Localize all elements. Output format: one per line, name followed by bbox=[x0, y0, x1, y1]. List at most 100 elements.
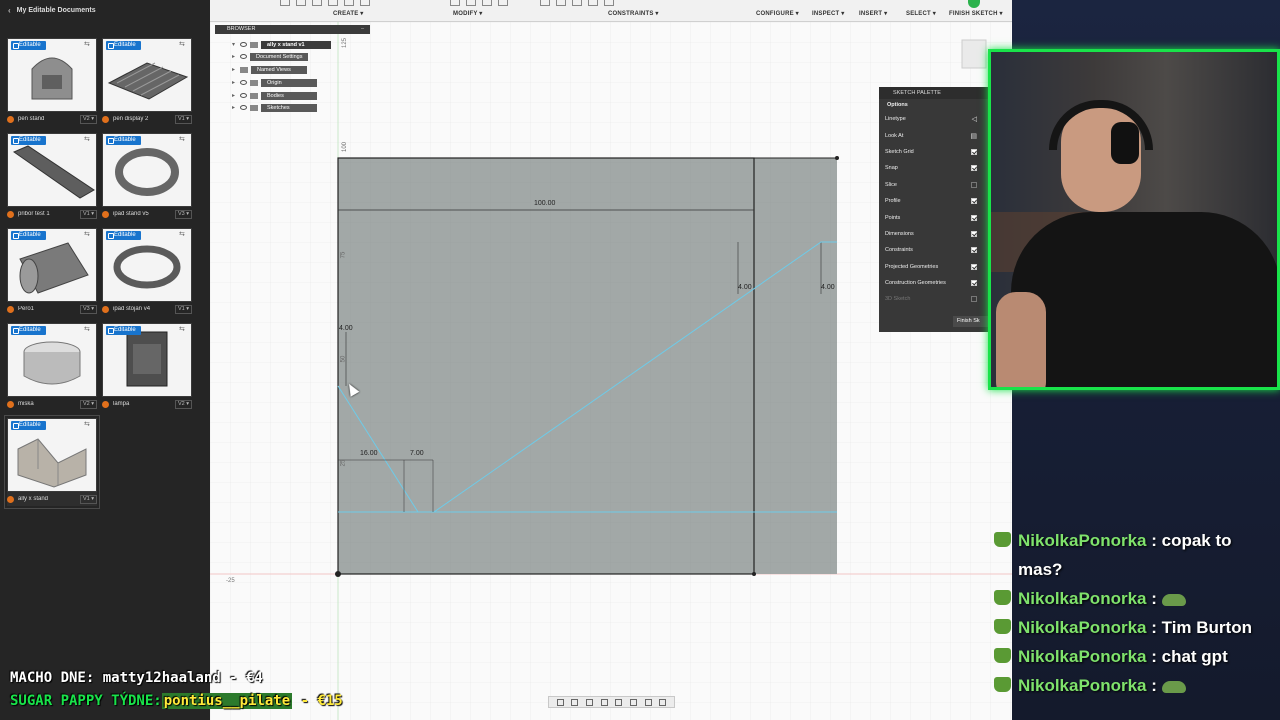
document-card[interactable]: Editable ⇆ Pero1 V3 ▾ bbox=[7, 228, 97, 316]
document-card[interactable]: Editable ⇆ pribor test 1 V1 ▾ bbox=[7, 133, 97, 221]
version-badge[interactable]: V2 ▾ bbox=[174, 399, 192, 409]
create-tools[interactable] bbox=[280, 0, 370, 8]
modify-menu[interactable]: MODIFY ▾ bbox=[453, 10, 483, 17]
browser-root-item[interactable]: ▾ ally x stand v1 bbox=[232, 40, 331, 49]
visibility-eye-icon[interactable] bbox=[240, 105, 247, 110]
pan-icon[interactable] bbox=[586, 698, 594, 706]
share-icon[interactable]: ⇆ bbox=[179, 41, 188, 49]
palette-option-linetype[interactable]: Linetype ◁ bbox=[879, 111, 989, 127]
document-card[interactable]: Editable ⇆ ipad stojan v4 V1 ▾ bbox=[102, 228, 192, 316]
insert-menu[interactable]: INSERT ▾ bbox=[859, 10, 887, 17]
document-card-selected[interactable]: Editable ⇆ ally x stand V1 ▾ bbox=[4, 415, 100, 509]
document-card[interactable]: Editable ⇆ pen display 2 V1 ▾ bbox=[102, 38, 192, 126]
linetype-icon[interactable]: ◁ bbox=[972, 115, 977, 123]
checkbox[interactable] bbox=[971, 296, 977, 303]
collapse-arrow-icon[interactable]: ▾ bbox=[232, 41, 240, 48]
chevron-left-icon[interactable]: ‹ bbox=[8, 6, 11, 15]
browser-header[interactable]: BROWSER bbox=[215, 25, 370, 34]
palette-option-dimensions[interactable]: Dimensions bbox=[879, 226, 989, 242]
version-badge[interactable]: V1 ▾ bbox=[174, 114, 192, 124]
browser-item-named-views[interactable]: ▸ Named Views bbox=[232, 65, 307, 74]
visibility-eye-icon[interactable] bbox=[240, 54, 247, 59]
select-menu[interactable]: SELECT ▾ bbox=[906, 10, 936, 17]
document-card[interactable]: Editable ⇆ ipad stand v5 V3 ▾ bbox=[102, 133, 192, 221]
share-icon[interactable]: ⇆ bbox=[84, 421, 93, 429]
checkbox[interactable] bbox=[971, 148, 977, 155]
share-icon[interactable]: ⇆ bbox=[179, 136, 188, 144]
constraint-tools[interactable] bbox=[540, 0, 614, 8]
dimension-label[interactable]: 4.00 bbox=[339, 325, 353, 332]
orbit-icon[interactable] bbox=[556, 698, 564, 706]
checkbox[interactable] bbox=[971, 181, 977, 188]
checkbox[interactable] bbox=[971, 214, 977, 221]
finish-sketch-menu[interactable]: FINISH SKETCH ▾ bbox=[949, 10, 1003, 17]
palette-option-projected-geometries[interactable]: Projected Geometries bbox=[879, 259, 989, 275]
dimension-label[interactable]: 4.00 bbox=[821, 284, 835, 291]
palette-option-points[interactable]: Points bbox=[879, 209, 989, 225]
browser-item-origin[interactable]: ▸ Origin bbox=[232, 78, 317, 87]
constraints-menu[interactable]: CONSTRAINTS ▾ bbox=[608, 10, 659, 17]
version-badge[interactable]: V3 ▾ bbox=[79, 304, 97, 314]
version-badge[interactable]: V2 ▾ bbox=[79, 114, 97, 124]
checkbox[interactable] bbox=[971, 263, 977, 270]
fit-icon[interactable] bbox=[615, 698, 623, 706]
palette-option-sketch-grid[interactable]: Sketch Grid bbox=[879, 144, 989, 160]
visibility-eye-icon[interactable] bbox=[240, 42, 247, 47]
checkbox[interactable] bbox=[971, 230, 977, 237]
display-settings-icon[interactable] bbox=[629, 698, 637, 706]
version-badge[interactable]: V2 ▾ bbox=[79, 399, 97, 409]
look-at-icon[interactable] bbox=[571, 698, 579, 706]
palette-option-profile[interactable]: Profile bbox=[879, 193, 989, 209]
expand-arrow-icon[interactable]: ▸ bbox=[232, 66, 240, 73]
dimension-label[interactable]: 16.00 bbox=[360, 450, 378, 457]
share-icon[interactable]: ⇆ bbox=[84, 231, 93, 239]
modify-tools[interactable] bbox=[450, 0, 508, 8]
expand-arrow-icon[interactable]: ▸ bbox=[232, 79, 240, 86]
configure-menu[interactable]: CONFIGURE ▾ bbox=[756, 10, 799, 17]
palette-option-snap[interactable]: Snap bbox=[879, 160, 989, 176]
document-card[interactable]: Editable ⇆ pen stand V2 ▾ bbox=[7, 38, 97, 126]
palette-option-constraints[interactable]: Constraints bbox=[879, 242, 989, 258]
sketch-palette-header[interactable]: SKETCH PALETTE bbox=[879, 87, 989, 99]
look-at-icon[interactable]: ▤ bbox=[970, 132, 977, 140]
browser-item-sketches[interactable]: ▸ Sketches bbox=[232, 103, 317, 112]
documents-panel-header[interactable]: ‹ My Editable Documents bbox=[0, 0, 210, 20]
browser-item-document-settings[interactable]: ▸ Document Settings bbox=[232, 52, 309, 61]
checkbox[interactable] bbox=[971, 198, 977, 205]
version-badge[interactable]: V3 ▾ bbox=[174, 209, 192, 219]
document-card[interactable]: Editable ⇆ lampa V2 ▾ bbox=[102, 323, 192, 411]
finish-sketch-icon[interactable] bbox=[968, 0, 980, 8]
zoom-icon[interactable] bbox=[600, 698, 608, 706]
inspect-menu[interactable]: INSPECT ▾ bbox=[812, 10, 844, 17]
checkbox[interactable] bbox=[971, 247, 977, 254]
share-icon[interactable]: ⇆ bbox=[179, 326, 188, 334]
create-menu[interactable]: CREATE ▾ bbox=[333, 10, 364, 17]
dimension-label-width[interactable]: 100.00 bbox=[532, 200, 558, 207]
options-section[interactable]: Options bbox=[879, 99, 989, 111]
checkbox[interactable] bbox=[971, 165, 977, 172]
expand-arrow-icon[interactable]: ▸ bbox=[232, 92, 240, 99]
finish-sketch-button[interactable]: Finish Sk bbox=[953, 316, 989, 327]
checkbox[interactable] bbox=[971, 280, 977, 287]
share-icon[interactable]: ⇆ bbox=[179, 231, 188, 239]
palette-option-construction-geometries[interactable]: Construction Geometries bbox=[879, 275, 989, 291]
share-icon[interactable]: ⇆ bbox=[84, 136, 93, 144]
browser-item-bodies[interactable]: ▸ Bodies bbox=[232, 91, 317, 100]
expand-arrow-icon[interactable]: ▸ bbox=[232, 104, 240, 111]
palette-option-slice[interactable]: Slice bbox=[879, 177, 989, 193]
viewports-icon[interactable] bbox=[659, 698, 667, 706]
grid-settings-icon[interactable] bbox=[644, 698, 652, 706]
visibility-eye-icon[interactable] bbox=[240, 80, 247, 85]
share-icon[interactable]: ⇆ bbox=[84, 326, 93, 334]
dimension-label[interactable]: 7.00 bbox=[410, 450, 424, 457]
version-badge[interactable]: V1 ▾ bbox=[79, 494, 97, 504]
visibility-eye-icon[interactable] bbox=[240, 93, 247, 98]
share-icon[interactable]: ⇆ bbox=[84, 41, 93, 49]
expand-arrow-icon[interactable]: ▸ bbox=[232, 53, 240, 60]
palette-option-look-at[interactable]: Look At ▤ bbox=[879, 127, 989, 143]
palette-option-3d-sketch[interactable]: 3D Sketch bbox=[879, 291, 989, 307]
version-badge[interactable]: V1 ▾ bbox=[174, 304, 192, 314]
version-badge[interactable]: V1 ▾ bbox=[79, 209, 97, 219]
document-card[interactable]: Editable ⇆ miska V2 ▾ bbox=[7, 323, 97, 411]
dimension-label[interactable]: 4.00 bbox=[738, 284, 752, 291]
